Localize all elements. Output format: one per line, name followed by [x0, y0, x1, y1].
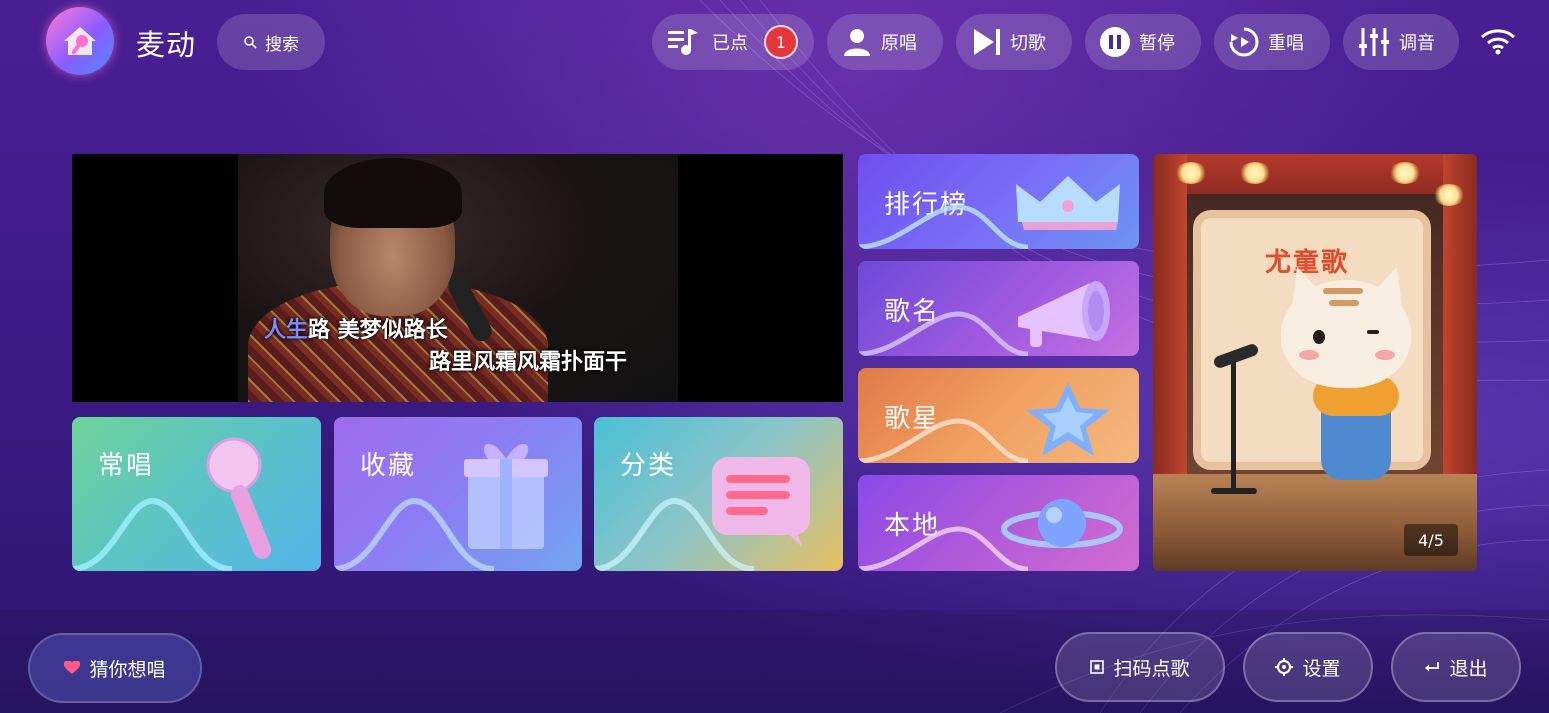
lyric-line-2: 路里风霜风霜扑面干	[429, 350, 628, 375]
tile-favorites[interactable]: 收藏	[334, 417, 582, 571]
settings-label: 设置	[1302, 657, 1341, 680]
spotlight	[1239, 162, 1271, 184]
gift-box-icon	[464, 443, 548, 549]
tile-frequently-sung[interactable]: 常唱	[72, 417, 321, 571]
skip-song-label: 切歌	[1010, 33, 1046, 54]
search-button[interactable]: 搜索	[217, 14, 325, 70]
chat-bubble-icon	[712, 457, 810, 547]
exit-label: 退出	[1449, 657, 1488, 680]
skip-song-button[interactable]: 切歌	[956, 14, 1072, 70]
heart-icon	[64, 661, 81, 675]
guess-you-like-label: 猜你想唱	[89, 658, 166, 681]
stage-floor	[1153, 474, 1477, 571]
singer-hair	[324, 158, 462, 228]
pause-icon	[1099, 26, 1131, 58]
qr-code-icon	[1090, 660, 1105, 674]
queued-songs-label: 已点	[712, 33, 748, 54]
cat-stripe	[1329, 300, 1359, 306]
spotlight	[1433, 184, 1465, 206]
tuning-label: 调音	[1399, 33, 1435, 54]
guess-you-like-button[interactable]: 猜你想唱	[28, 633, 202, 703]
tile-singers[interactable]: 歌星	[858, 368, 1139, 463]
promo-banner[interactable]: 尤童歌	[1153, 154, 1477, 571]
tile-favorites-label: 收藏	[360, 451, 417, 481]
planet-icon	[1001, 499, 1123, 548]
app-title: 麦动	[136, 28, 197, 62]
queue-music-icon	[666, 27, 700, 57]
mic-stand-base	[1211, 488, 1257, 494]
tuning-button[interactable]: 调音	[1343, 14, 1459, 70]
cat-stripe	[1323, 288, 1363, 294]
replay-button[interactable]: 重唱	[1214, 14, 1330, 70]
spotlight	[1175, 162, 1207, 184]
settings-button[interactable]: 设置	[1243, 632, 1373, 702]
queued-songs-button[interactable]: 已点 1	[652, 14, 814, 70]
pause-button[interactable]: 暂停	[1085, 14, 1201, 70]
home-mic-icon	[64, 27, 96, 55]
gear-icon	[1275, 658, 1294, 676]
banner-page-counter: 4/5	[1404, 524, 1458, 556]
person-icon	[841, 26, 873, 58]
tile-categories-label: 分类	[620, 451, 677, 481]
star-icon	[1026, 382, 1110, 456]
cat-eye-wink	[1367, 330, 1379, 334]
return-icon	[1424, 661, 1440, 673]
cat-eye	[1313, 330, 1325, 344]
tile-categories[interactable]: 分类	[594, 417, 843, 571]
cat-head	[1281, 280, 1411, 388]
lyric-line-1: 人生路 美梦似路长	[264, 312, 448, 344]
tile-local[interactable]: 本地	[858, 475, 1139, 571]
original-vocal-label: 原唱	[881, 33, 917, 54]
skip-next-icon	[970, 26, 1002, 58]
microphone-icon	[206, 437, 272, 559]
replay-label: 重唱	[1268, 33, 1304, 54]
search-icon	[243, 35, 257, 49]
lyric-line-1-rest: 路 美梦似路长	[308, 318, 448, 343]
spotlight	[1389, 162, 1421, 184]
queued-count-badge: 1	[764, 25, 798, 59]
search-label: 搜索	[265, 34, 299, 55]
cat-blush	[1375, 350, 1395, 360]
lyric-highlight: 人生	[264, 318, 309, 343]
scan-to-order-label: 扫码点歌	[1113, 657, 1190, 680]
mic-stand	[1231, 362, 1236, 492]
tile-song-name[interactable]: 歌名	[858, 261, 1139, 356]
app-logo	[46, 7, 114, 75]
cat-blush	[1299, 350, 1319, 360]
megaphone-icon	[1018, 281, 1110, 347]
equalizer-icon	[1357, 26, 1391, 58]
video-player[interactable]: 人生路 美梦似路长 路里风霜风霜扑面干	[72, 154, 843, 402]
stage-curtain-left	[1153, 154, 1187, 484]
original-vocal-button[interactable]: 原唱	[827, 14, 943, 70]
tile-frequently-sung-label: 常唱	[98, 451, 155, 481]
pause-label: 暂停	[1139, 33, 1175, 54]
wifi-icon	[1480, 27, 1516, 59]
scan-to-order-button[interactable]: 扫码点歌	[1055, 632, 1225, 702]
exit-button[interactable]: 退出	[1391, 632, 1521, 702]
crown-icon	[1016, 176, 1120, 230]
replay-icon	[1228, 26, 1260, 58]
tile-rankings[interactable]: 排行榜	[858, 154, 1139, 249]
